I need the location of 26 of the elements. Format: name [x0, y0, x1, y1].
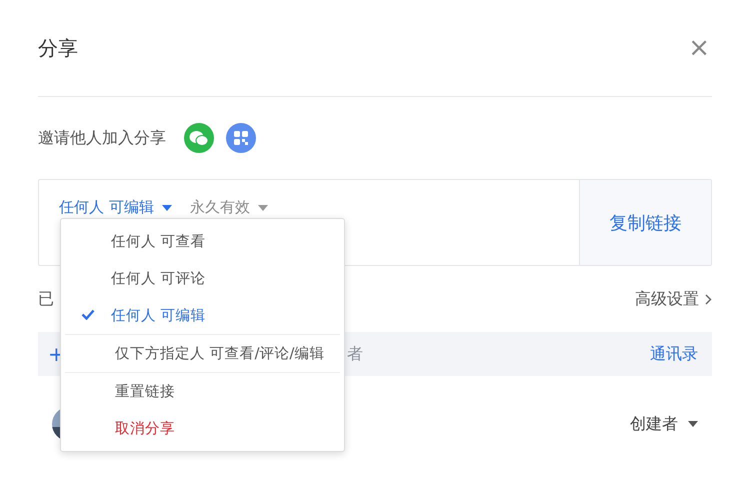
members-heading: 已: [38, 288, 54, 310]
menu-item[interactable]: 仅下方指定人 可查看/评论/编辑: [65, 335, 340, 372]
menu-item[interactable]: 任何人 可评论: [61, 260, 344, 297]
qr-code-icon: [233, 130, 249, 146]
qr-code-button[interactable]: [226, 123, 256, 153]
menu-item[interactable]: 任何人 可编辑: [61, 297, 344, 334]
caret-icon: [688, 421, 698, 427]
role-dropdown[interactable]: 创建者: [630, 414, 698, 434]
add-member-placeholder: 者: [346, 344, 364, 364]
checkmark-icon: [81, 309, 95, 320]
copy-link-button[interactable]: 复制链接: [579, 180, 711, 265]
advanced-settings-link[interactable]: 高级设置: [635, 288, 712, 310]
caret-icon: [258, 204, 268, 210]
expiry-dropdown[interactable]: 永久有效: [190, 198, 268, 217]
caret-icon: [162, 204, 172, 210]
chevron-right-icon: [705, 294, 712, 304]
chat-share-button[interactable]: [184, 123, 214, 153]
menu-item[interactable]: 任何人 可查看: [61, 223, 344, 260]
permission-dropdown[interactable]: 任何人 可编辑: [59, 198, 172, 217]
contacts-link[interactable]: 通讯录: [650, 344, 698, 364]
invite-label: 邀请他人加入分享: [38, 128, 166, 148]
chat-bubbles-icon: [189, 130, 209, 146]
close-button[interactable]: ×: [688, 33, 710, 63]
menu-item[interactable]: 重置链接: [65, 373, 340, 410]
menu-item[interactable]: 取消分享: [65, 410, 340, 447]
dialog-title: 分享: [38, 34, 78, 62]
